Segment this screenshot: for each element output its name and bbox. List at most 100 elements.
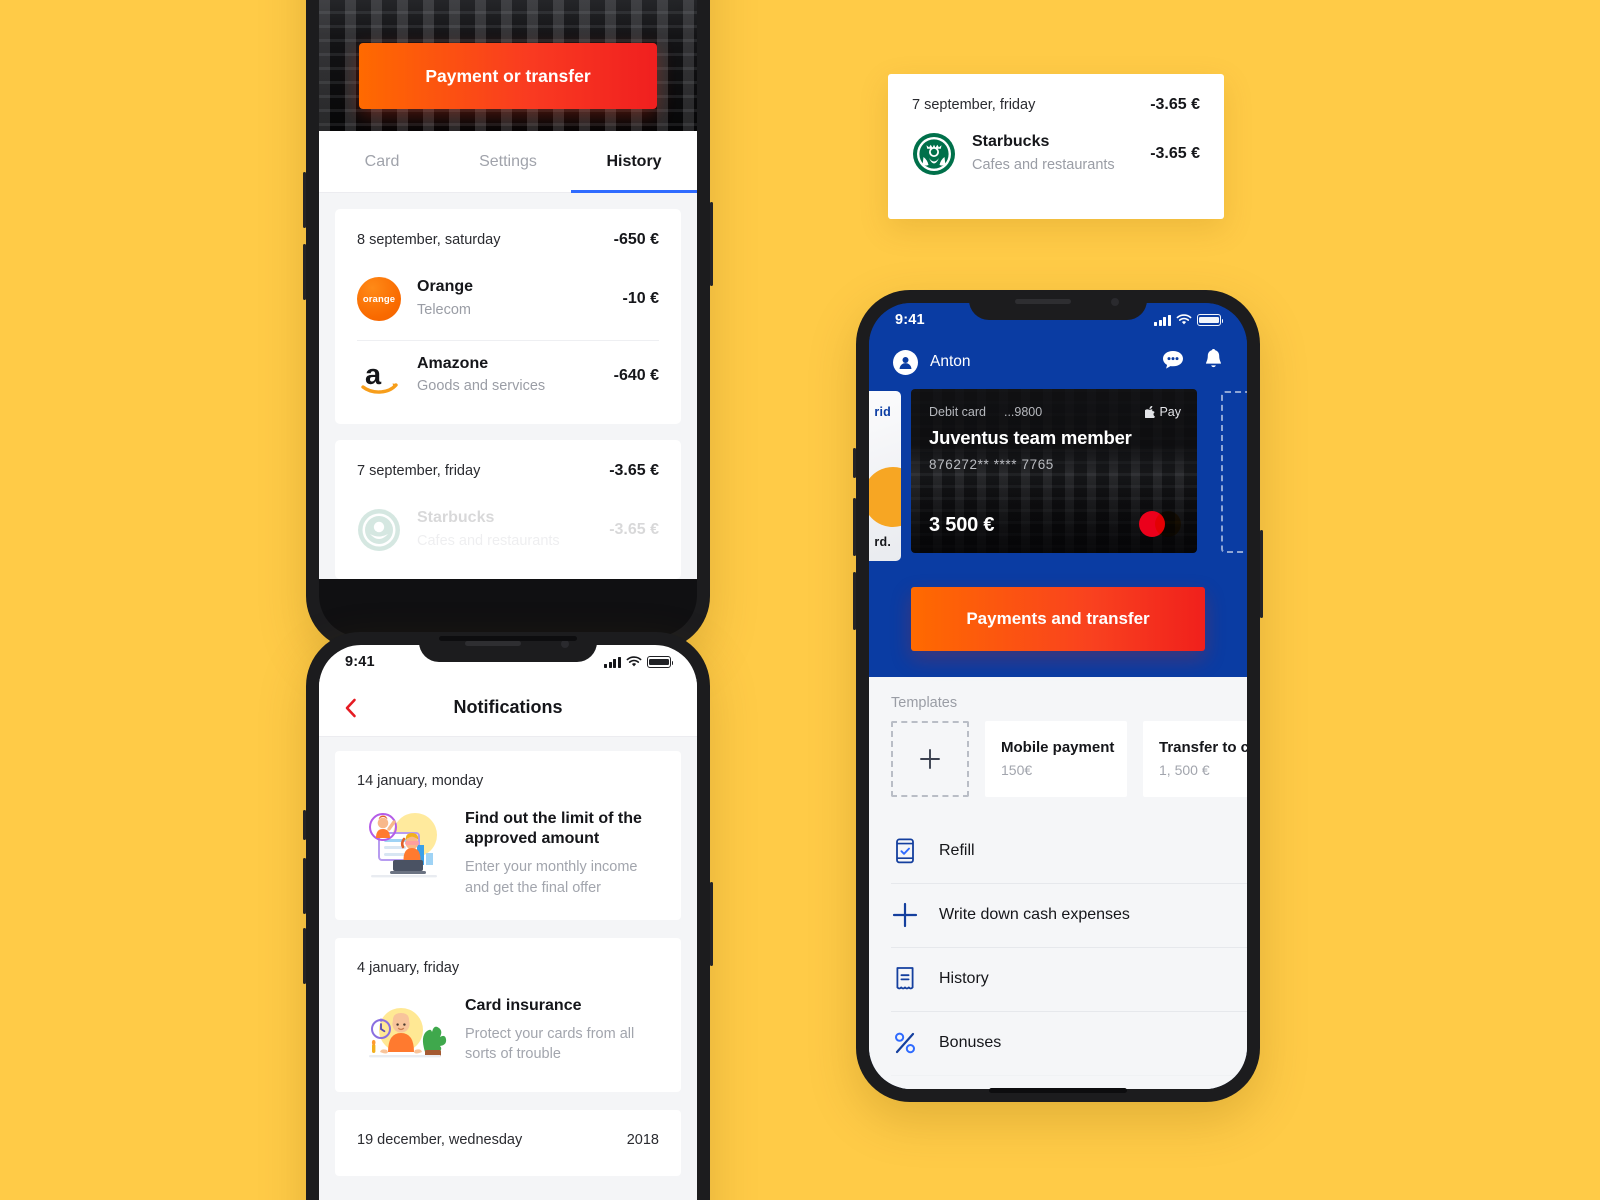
table-row[interactable]: orange Orange Telecom -10 € — [335, 263, 681, 340]
card-number: 876272** **** 7765 — [929, 457, 1054, 472]
notification-title: Find out the limit of the approved amoun… — [465, 810, 642, 848]
volume-down-button[interactable] — [303, 244, 306, 300]
transaction-amount: -3.65 € — [609, 521, 659, 539]
menu-item-write-down-cash-expenses[interactable]: Write down cash expenses — [869, 883, 1247, 947]
mastercard-logo-icon — [1139, 511, 1181, 537]
transaction-group: 7 september, friday -3.65 € Starbucks Ca… — [335, 440, 681, 579]
volume-down-button[interactable] — [303, 928, 306, 984]
transaction-amount: -10 € — [622, 290, 659, 308]
bell-icon[interactable] — [1204, 348, 1223, 375]
transaction-group-date: 7 september, friday — [912, 97, 1036, 113]
mute-switch[interactable] — [303, 810, 306, 840]
cellular-signal-icon — [603, 656, 621, 668]
template-card[interactable]: Transfer to card 1, 500 € — [1143, 721, 1247, 797]
transaction-group-total: -3.65 € — [609, 462, 659, 480]
home-indicator[interactable] — [439, 636, 577, 641]
app-header: Anton — [869, 337, 1247, 389]
card-title: Juventus team member — [929, 427, 1132, 448]
volume-up-button[interactable] — [303, 858, 306, 914]
notification-subtitle: Enter your monthly income and get the fi… — [465, 858, 638, 896]
user-name: Anton — [930, 353, 971, 370]
apple-pay-label: Pay — [1159, 405, 1181, 419]
templates-section-label: Templates — [891, 695, 958, 711]
transaction-category: Telecom — [417, 301, 471, 318]
previous-card-preview[interactable]: rid rd. — [869, 391, 901, 561]
front-camera — [561, 640, 569, 648]
card-balance: 3 500 € — [929, 514, 995, 536]
battery-icon — [647, 656, 674, 668]
orange-logo-text: orange — [362, 293, 396, 305]
tab-settings[interactable]: Settings — [445, 131, 571, 192]
power-button[interactable] — [710, 882, 713, 966]
phone-check-icon — [891, 837, 919, 865]
payment-or-transfer-button[interactable]: Payment or transfer — [359, 43, 657, 109]
card-type-label: Debit card — [929, 405, 986, 419]
template-name: Transfer to card — [1159, 739, 1247, 756]
table-row[interactable]: a Amazone Goods and services -640 € — [335, 339, 681, 417]
notification-date: 14 january, monday — [357, 773, 484, 789]
power-button[interactable] — [710, 202, 713, 286]
transaction-name: Amazone — [417, 354, 489, 372]
chat-bubble-icon[interactable] — [1162, 350, 1184, 375]
amazon-logo-icon: a — [357, 354, 401, 398]
templates-row[interactable]: Mobile payment 150€ Transfer to card 1, … — [869, 721, 1247, 819]
history-sheet: Card Settings History 8 september, satur… — [319, 131, 697, 579]
transaction-scroll-area[interactable]: 8 september, saturday -650 € orange Oran… — [319, 193, 697, 579]
wifi-icon — [1176, 314, 1192, 325]
card-carousel[interactable]: rid rd. Debit card ...9800 Pay Juventus … — [869, 389, 1247, 565]
transaction-amount: -3.65 € — [1150, 145, 1200, 163]
menu-item-refill[interactable]: Refill — [869, 819, 1247, 883]
list-item[interactable]: 19 december, wednesday 2018 — [335, 1110, 681, 1177]
cellular-signal-icon — [1153, 314, 1171, 326]
volume-up-button[interactable] — [303, 172, 306, 228]
card-masked-tail: ...9800 — [1003, 405, 1043, 419]
menu-item-bonuses[interactable]: Bonuses — [869, 1011, 1247, 1075]
tab-history[interactable]: History — [571, 131, 697, 193]
notification-date: 19 december, wednesday — [357, 1132, 523, 1149]
receipt-icon — [891, 965, 919, 993]
starbucks-transaction-callout: 7 september, friday -3.65 € Starbucks Ca… — [888, 74, 1224, 219]
transaction-name: Orange — [417, 278, 474, 295]
mute-switch[interactable] — [853, 448, 856, 478]
people-computer-illustration-icon — [357, 805, 449, 883]
transaction-category: Goods and services — [417, 378, 546, 395]
add-template-button[interactable] — [891, 721, 969, 797]
menu-item-products[interactable]: Products — [869, 1075, 1247, 1089]
add-card-placeholder[interactable] — [1221, 391, 1247, 553]
transaction-name: Starbucks — [972, 133, 1050, 150]
plus-icon — [920, 749, 940, 769]
notification-date-row: 14 january, monday — [335, 753, 681, 795]
tab-card[interactable]: Card — [319, 131, 445, 192]
plus-icon — [891, 901, 919, 929]
menu-item-history[interactable]: History — [869, 947, 1247, 1011]
list-item[interactable]: 4 january, friday Card insurance Protect… — [335, 938, 681, 1093]
payments-and-transfer-button[interactable]: Payments and transfer — [911, 587, 1205, 651]
template-name: Mobile payment — [1001, 739, 1115, 756]
notch — [969, 290, 1147, 320]
notifications-phone: 9:41 Notifications 14 january, monday Fi… — [303, 632, 713, 1200]
chevron-left-icon[interactable] — [339, 697, 361, 719]
table-row[interactable]: Starbucks Cafes and restaurants -3.65 € — [888, 124, 1224, 185]
transaction-group: 8 september, saturday -650 € orange Oran… — [335, 209, 681, 425]
power-button[interactable] — [1260, 530, 1263, 618]
template-card[interactable]: Mobile payment 150€ — [985, 721, 1127, 797]
table-row[interactable]: Starbucks Cafes and restaurants -3.65 € — [335, 494, 681, 571]
volume-down-button[interactable] — [853, 572, 856, 630]
active-debit-card[interactable]: Debit card ...9800 Pay Juventus team mem… — [911, 389, 1197, 553]
main-bottom-sheet: Templates Mobile payment 150€ Transfer t… — [869, 677, 1247, 1089]
transaction-amount: -640 € — [613, 366, 659, 384]
main-blue-header-area: 9:41 Anton rid rd. Debit card ...9800 Pa… — [869, 303, 1247, 651]
user-profile-button[interactable]: Anton — [893, 349, 971, 375]
transaction-group-date: 8 september, saturday — [357, 232, 501, 248]
notifications-scroll-area[interactable]: 14 january, monday Find out the limit of… — [319, 737, 697, 1200]
orange-logo-icon: orange — [357, 277, 401, 322]
volume-up-button[interactable] — [853, 498, 856, 556]
home-indicator[interactable] — [989, 1088, 1127, 1093]
transaction-group-total: -650 € — [613, 231, 659, 248]
transaction-group-header: 8 september, saturday -650 € — [335, 213, 681, 263]
template-amount: 150€ — [1001, 762, 1033, 778]
meditating-person-illustration-icon — [357, 992, 449, 1070]
notification-year: 2018 — [626, 1132, 659, 1149]
list-item[interactable]: 14 january, monday Find out the limit of… — [335, 751, 681, 921]
notification-date-row: 19 december, wednesday 2018 — [335, 1112, 681, 1154]
